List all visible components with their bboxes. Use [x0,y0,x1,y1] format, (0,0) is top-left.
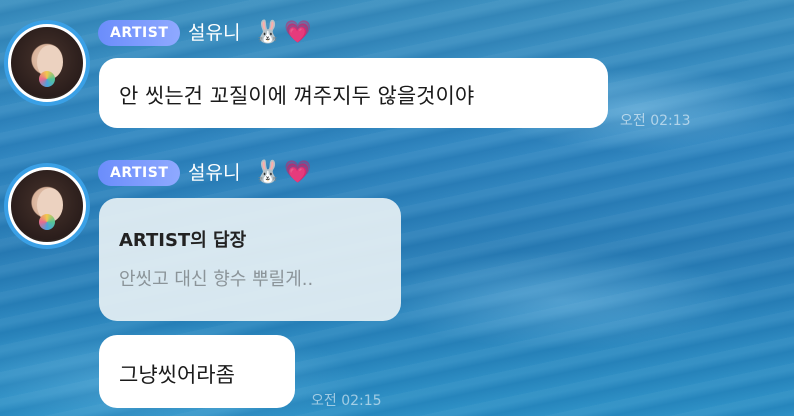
quoted-message: 안씻고 대신 향수 뿌릴게.. [119,269,314,290]
reply-bubble[interactable]: ARTIST의 답장 안씻고 대신 향수 뿌릴게.. [99,198,401,321]
sender-name[interactable]: 설유니 [188,160,240,186]
lollipop-shape [39,214,55,230]
message-bubble[interactable]: 그냥씻어라좀 [99,335,295,408]
message-text: 그냥씻어라좀 [119,363,235,387]
avatar[interactable] [4,163,90,249]
bunny-emoji-icon: 🐰 [254,160,282,185]
timestamp: 오전 02:15 [311,393,382,409]
reply-title: ARTIST의 답장 [119,230,247,251]
artist-badge: ARTIST [98,160,181,186]
message-2: ARTIST 설유니 🐰 💗 ARTIST의 답장 안씻고 대신 향수 뿌릴게.… [0,0,794,416]
pink-heart-icon: 💗 [284,160,312,185]
profile-photo [8,167,86,245]
